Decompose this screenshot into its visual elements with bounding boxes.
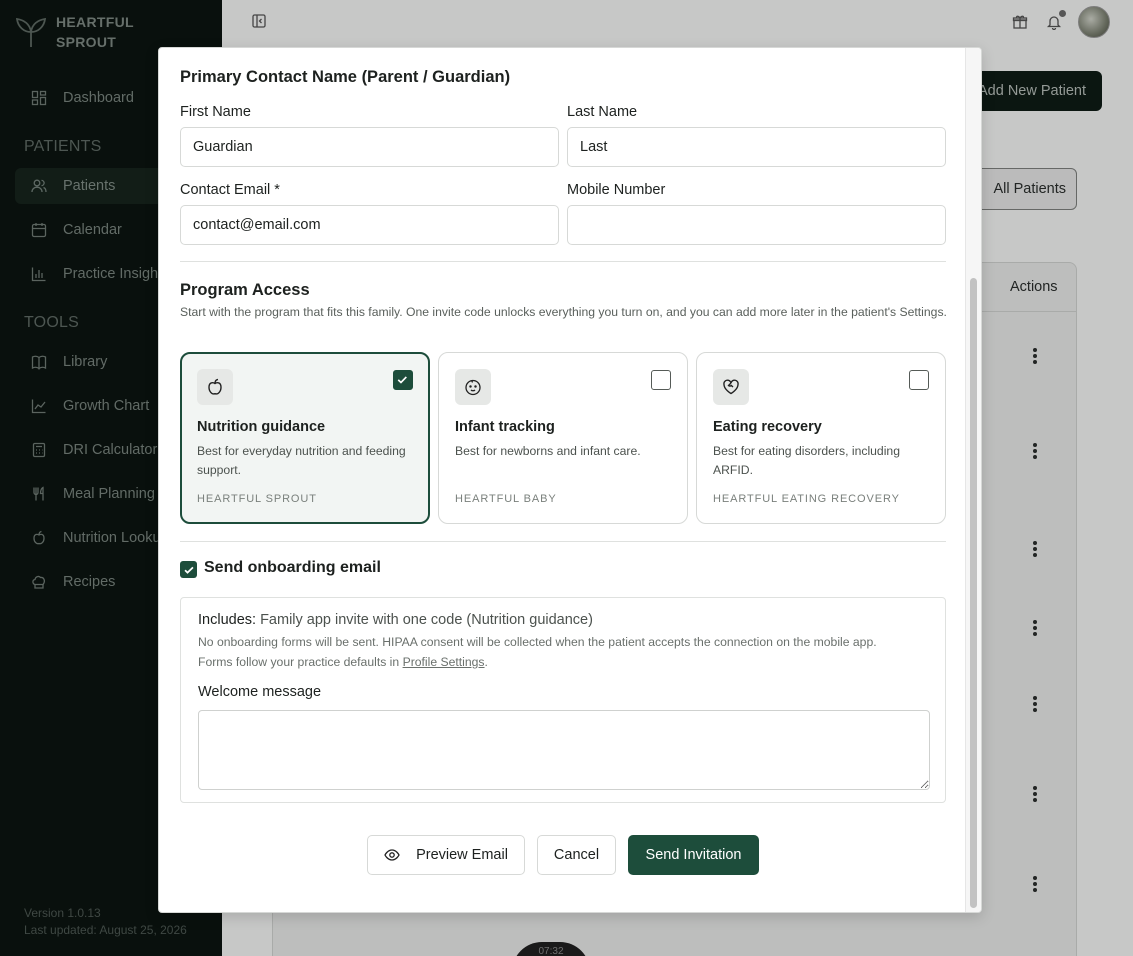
contact-email-label: Contact Email * [180,182,280,198]
contact-section-title: Primary Contact Name (Parent / Guardian) [180,68,511,86]
send-onboarding-label[interactable]: Send onboarding email [204,559,381,577]
contact-email-field[interactable]: contact@email.com [180,205,559,245]
first-name-label: First Name [180,104,251,120]
forms-note-suffix: . [484,655,488,669]
last-name-label: Last Name [567,104,638,120]
welcome-message-input[interactable] [198,710,930,790]
cancel-button[interactable]: Cancel [537,835,616,875]
section-divider [180,261,946,262]
program-icon-box [197,369,233,405]
mobile-number-field[interactable] [567,205,946,245]
program-card-eating-recovery[interactable]: Eating recovery Best for eating disorder… [696,352,946,524]
program-description: Best for newborns and infant care. [455,444,641,458]
onboarding-note: No onboarding forms will be sent. HIPAA … [198,635,877,649]
program-icon-box [455,369,491,405]
apple-icon [208,378,222,395]
baby-face-icon [465,379,481,396]
program-checkbox[interactable] [909,370,929,390]
check-icon [397,376,407,384]
program-brand-tag: HEARTFUL EATING RECOVERY [713,493,900,505]
eye-icon [384,849,400,861]
program-description: Best for eating disorders, including ARF… [713,444,900,477]
send-invitation-button[interactable]: Send Invitation [628,835,759,875]
program-access-help: Start with the program that fits this fa… [180,305,947,319]
program-checkbox[interactable] [651,370,671,390]
last-name-field[interactable]: Last [567,127,946,167]
section-divider [180,541,946,542]
includes-label: Includes: [198,612,257,628]
send-onboarding-checkbox[interactable] [180,561,197,578]
heart-handshake-icon [723,379,739,395]
includes-summary: Includes: Family app invite with one cod… [198,612,593,628]
preview-email-label: Preview Email [416,847,508,863]
program-title: Nutrition guidance [197,419,326,435]
modal-scrollbar-thumb[interactable] [970,278,977,908]
forms-note-prefix: Forms follow your practice defaults in [198,655,400,669]
preview-email-button[interactable]: Preview Email [367,835,525,875]
program-title: Eating recovery [713,419,822,435]
program-brand-tag: HEARTFUL SPROUT [197,493,317,505]
mobile-number-label: Mobile Number [567,182,666,198]
forms-note: Forms follow your practice defaults in P… [198,652,938,672]
program-checkbox[interactable] [393,370,413,390]
invite-patient-modal: Primary Contact Name (Parent / Guardian)… [158,47,982,913]
program-title: Infant tracking [455,419,555,435]
program-brand-tag: HEARTFUL BABY [455,493,557,505]
welcome-message-label: Welcome message [198,684,322,700]
program-description: Best for everyday nutrition and feeding … [197,444,406,477]
program-card-infant-tracking[interactable]: Infant tracking Best for newborns and in… [438,352,688,524]
first-name-field[interactable]: Guardian [180,127,559,167]
includes-value: Family app invite with one code (Nutriti… [260,612,593,628]
onboarding-details-box: Includes: Family app invite with one cod… [180,597,946,803]
check-icon [183,566,194,574]
program-icon-box [713,369,749,405]
profile-settings-link[interactable]: Profile Settings [403,655,485,669]
program-card-nutrition-guidance[interactable]: Nutrition guidance Best for everyday nut… [180,352,430,524]
program-access-title: Program Access [180,281,310,299]
modal-scrollbar[interactable] [965,48,981,912]
